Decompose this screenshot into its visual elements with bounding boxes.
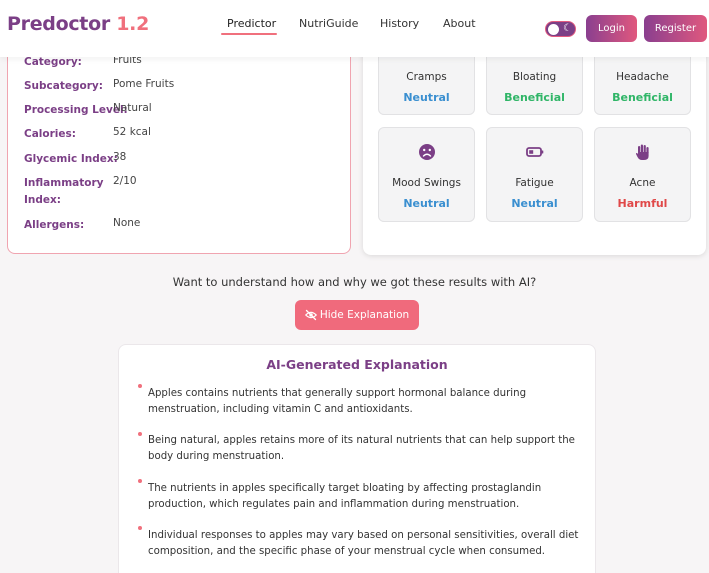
nav-link-about[interactable]: About bbox=[443, 17, 476, 30]
explanation-prompt: Want to understand how and why we got th… bbox=[172, 275, 537, 289]
symptom-tile-acne: Acne Harmful bbox=[594, 127, 691, 222]
detail-value: None bbox=[113, 217, 141, 229]
ai-explanation-title: AI-Generated Explanation bbox=[266, 357, 448, 372]
brand-name: Predoctor bbox=[7, 13, 110, 35]
brand-logo[interactable]: Predoctor 1.2 bbox=[7, 13, 149, 35]
symptom-name: Acne bbox=[629, 177, 656, 189]
food-details-card: Category: Fruits Subcategory: Pome Fruit… bbox=[7, 30, 351, 254]
detail-label: Allergens: bbox=[24, 219, 85, 231]
login-button[interactable]: Login bbox=[586, 15, 637, 42]
symptom-tile-mood-swings: Mood Swings Neutral bbox=[378, 127, 475, 222]
detail-value: 52 kcal bbox=[113, 126, 151, 138]
hand-icon bbox=[635, 144, 649, 160]
active-nav-indicator bbox=[221, 33, 277, 35]
symptom-name: Bloating bbox=[512, 71, 557, 83]
detail-value: 2/10 bbox=[113, 175, 137, 187]
register-button[interactable]: Register bbox=[644, 15, 707, 42]
symptom-effect: Beneficial bbox=[504, 91, 565, 104]
explanation-item: Individual responses to apples may vary … bbox=[148, 530, 579, 557]
ai-explanation-card: AI-Generated Explanation Apples contains… bbox=[118, 344, 596, 573]
moon-icon: ☾ bbox=[563, 23, 572, 34]
bullet-dot bbox=[138, 479, 142, 483]
bullet-dot bbox=[138, 384, 142, 388]
detail-label: Inflammatory Index: bbox=[24, 177, 104, 206]
symptom-effect: Beneficial bbox=[612, 91, 673, 104]
hide-explanation-label: Hide Explanation bbox=[319, 309, 410, 321]
detail-value: Natural bbox=[113, 102, 152, 114]
hide-explanation-button[interactable]: Hide Explanation bbox=[295, 300, 419, 330]
nav-link-nutriguide[interactable]: NutriGuide bbox=[299, 17, 358, 30]
sad-face-icon bbox=[418, 144, 435, 160]
detail-label: Glycemic Index: bbox=[24, 153, 118, 165]
nav-link-history[interactable]: History bbox=[380, 17, 419, 30]
explanation-item: Being natural, apples retains more of it… bbox=[148, 435, 575, 462]
detail-label: Calories: bbox=[24, 128, 76, 140]
symptom-effect: Harmful bbox=[617, 197, 668, 210]
symptom-effects-card: Cramps Neutral Bloating Beneficial Heada… bbox=[363, 20, 706, 255]
symptom-name: Headache bbox=[616, 71, 669, 83]
nav-link-predictor[interactable]: Predictor bbox=[227, 17, 276, 30]
detail-label: Subcategory: bbox=[24, 80, 103, 92]
low-battery-icon bbox=[525, 147, 543, 157]
bullet-dot bbox=[138, 526, 142, 530]
bullet-dot bbox=[138, 432, 142, 436]
dark-mode-toggle[interactable]: ☾ bbox=[545, 21, 576, 37]
detail-value: Pome Fruits bbox=[113, 78, 175, 90]
brand-version: 1.2 bbox=[116, 13, 149, 35]
symptom-effect: Neutral bbox=[403, 197, 450, 210]
symptom-name: Mood Swings bbox=[392, 177, 461, 189]
symptom-name: Cramps bbox=[406, 71, 447, 83]
detail-value: 38 bbox=[113, 151, 127, 163]
top-navbar: Predoctor 1.2 Predictor NutriGuide Histo… bbox=[0, 0, 709, 57]
symptom-name: Fatigue bbox=[515, 177, 554, 189]
explanation-item: Apples contains nutrients that generally… bbox=[148, 388, 527, 415]
eye-slash-icon bbox=[304, 309, 317, 321]
explanation-item: The nutrients in apples specifically tar… bbox=[148, 483, 542, 510]
toggle-knob bbox=[548, 23, 559, 35]
symptom-effect: Neutral bbox=[403, 91, 450, 104]
symptom-effect: Neutral bbox=[511, 197, 558, 210]
symptom-tile-fatigue: Fatigue Neutral bbox=[486, 127, 583, 222]
